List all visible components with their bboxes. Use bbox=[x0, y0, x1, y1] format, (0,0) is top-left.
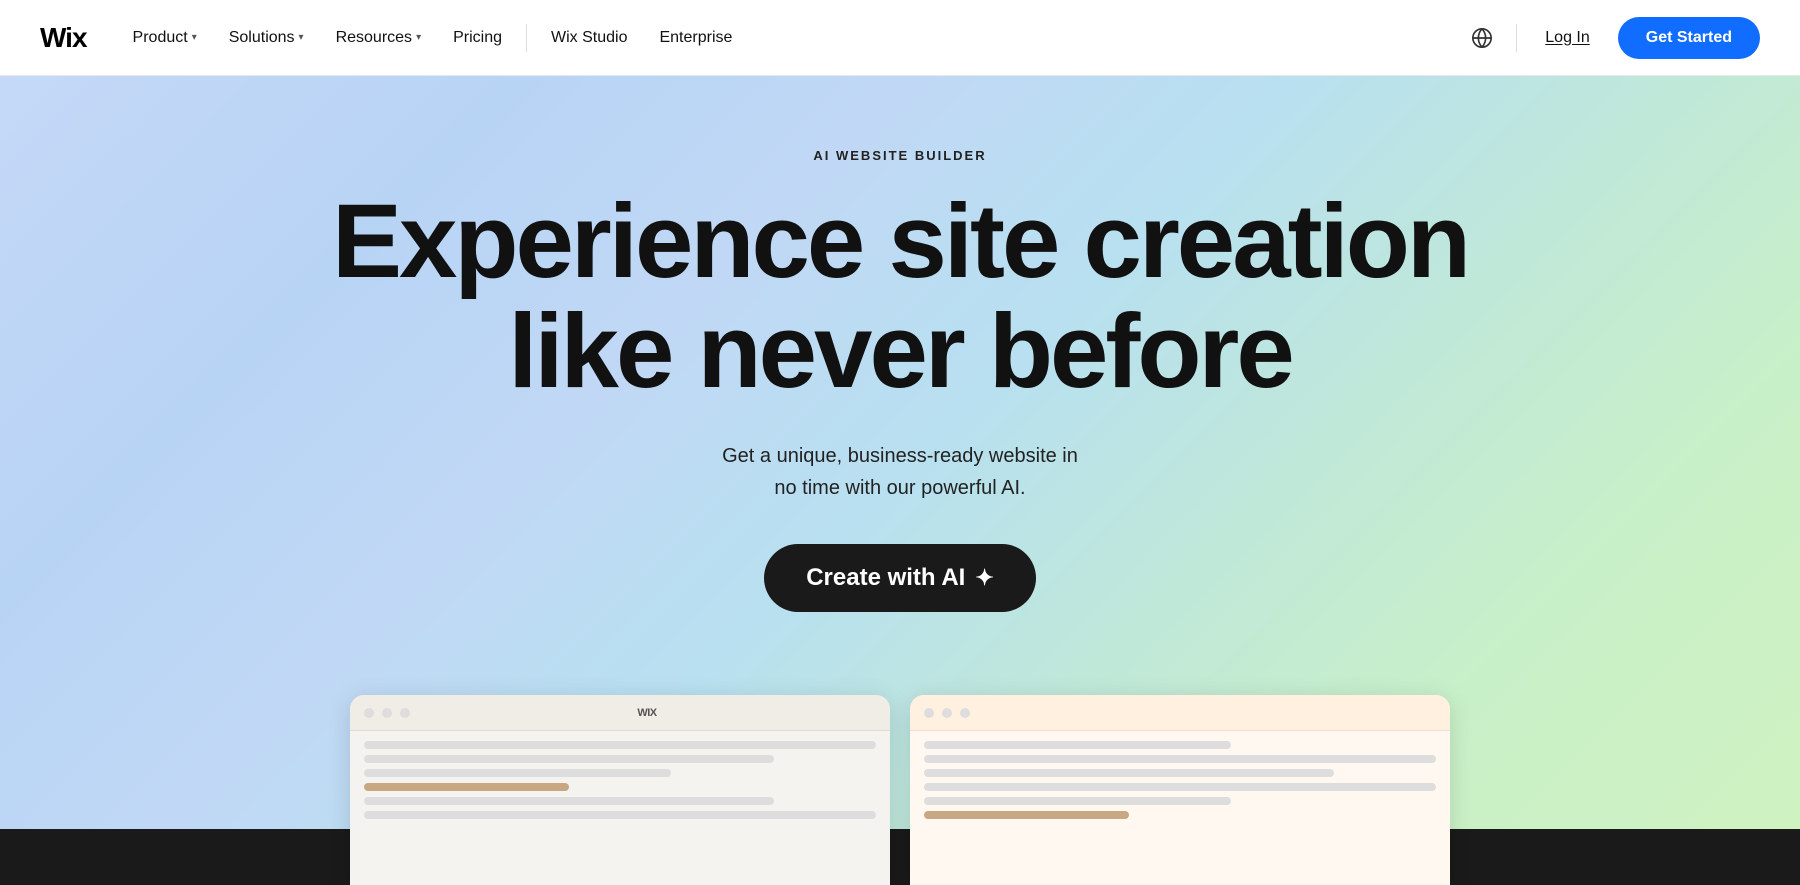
preview-line bbox=[364, 741, 876, 749]
preview-card-1-header: WIX bbox=[350, 695, 890, 731]
nav-item-wix-studio[interactable]: Wix Studio bbox=[537, 21, 641, 55]
preview-dot bbox=[960, 708, 970, 718]
preview-line bbox=[924, 797, 1231, 805]
nav-item-enterprise[interactable]: Enterprise bbox=[645, 21, 746, 55]
preview-dot bbox=[942, 708, 952, 718]
hero-subtitle-line2: no time with our powerful AI. bbox=[774, 477, 1025, 499]
nav-vertical-divider bbox=[1516, 24, 1517, 52]
hero-subtitle-line1: Get a unique, business-ready website in bbox=[722, 445, 1078, 467]
preview-line bbox=[924, 769, 1334, 777]
preview-line bbox=[924, 783, 1436, 791]
nav-item-pricing[interactable]: Pricing bbox=[439, 21, 516, 55]
chevron-down-icon: ▾ bbox=[299, 32, 304, 43]
nav-label-pricing: Pricing bbox=[453, 29, 502, 47]
preview-dot bbox=[382, 708, 392, 718]
get-started-button[interactable]: Get Started bbox=[1618, 17, 1760, 59]
nav-label-resources: Resources bbox=[336, 29, 412, 47]
preview-dot bbox=[364, 708, 374, 718]
hero-subtitle: Get a unique, business-ready website in … bbox=[722, 440, 1078, 504]
preview-card-1: WIX bbox=[350, 695, 890, 885]
nav-divider bbox=[526, 24, 527, 52]
wix-logo[interactable]: Wix bbox=[40, 22, 87, 54]
globe-icon bbox=[1471, 27, 1493, 49]
nav-links: Product ▾ Solutions ▾ Resources ▾ Pricin… bbox=[119, 21, 1457, 55]
nav-label-enterprise: Enterprise bbox=[659, 29, 732, 47]
nav-right: Log In Get Started bbox=[1464, 17, 1760, 59]
login-button[interactable]: Log In bbox=[1533, 21, 1601, 55]
hero-section: AI WEBSITE BUILDER Experience site creat… bbox=[0, 76, 1800, 885]
nav-label-product: Product bbox=[133, 29, 188, 47]
hero-badge: AI WEBSITE BUILDER bbox=[813, 148, 986, 163]
preview-card-2-body bbox=[910, 731, 1450, 885]
preview-dot bbox=[400, 708, 410, 718]
preview-area: WIX bbox=[350, 675, 1450, 885]
preview-line bbox=[364, 811, 876, 819]
create-ai-label: Create with AI bbox=[806, 564, 965, 592]
chevron-down-icon: ▾ bbox=[192, 32, 197, 43]
nav-label-wix-studio: Wix Studio bbox=[551, 29, 627, 47]
preview-card-1-body bbox=[350, 731, 890, 885]
hero-title: Experience site creation like never befo… bbox=[332, 187, 1468, 408]
preview-line bbox=[924, 741, 1231, 749]
preview-card-2 bbox=[910, 695, 1450, 885]
navbar: Wix Product ▾ Solutions ▾ Resources ▾ Pr… bbox=[0, 0, 1800, 76]
hero-content: AI WEBSITE BUILDER Experience site creat… bbox=[332, 76, 1468, 672]
nav-item-resources[interactable]: Resources ▾ bbox=[322, 21, 436, 55]
preview-line bbox=[364, 783, 569, 791]
preview-card-2-header bbox=[910, 695, 1450, 731]
hero-title-line1: Experience site creation bbox=[332, 183, 1468, 300]
preview-dot bbox=[924, 708, 934, 718]
preview-wix-logo: WIX bbox=[637, 707, 656, 719]
preview-line bbox=[364, 769, 671, 777]
nav-item-solutions[interactable]: Solutions ▾ bbox=[215, 21, 318, 55]
nav-label-solutions: Solutions bbox=[229, 29, 295, 47]
sparkle-icon: ✦ bbox=[975, 565, 993, 591]
preview-line bbox=[364, 755, 774, 763]
chevron-down-icon: ▾ bbox=[416, 32, 421, 43]
preview-line bbox=[364, 797, 774, 805]
hero-title-line2: like never before bbox=[508, 293, 1292, 410]
create-with-ai-button[interactable]: Create with AI ✦ bbox=[764, 544, 1036, 612]
preview-line bbox=[924, 811, 1129, 819]
preview-line bbox=[924, 755, 1436, 763]
language-selector-button[interactable] bbox=[1464, 20, 1500, 56]
nav-item-product[interactable]: Product ▾ bbox=[119, 21, 211, 55]
